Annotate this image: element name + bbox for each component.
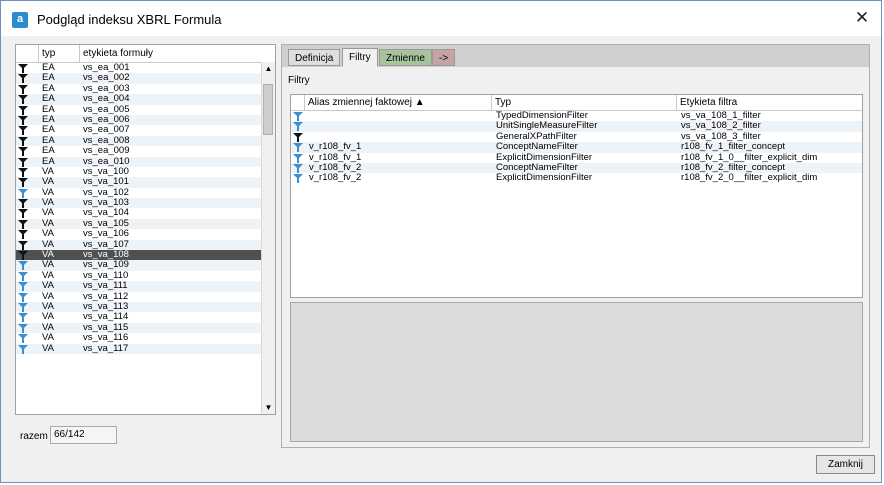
formula-label: vs_va_116 [83, 332, 129, 344]
filters-table-header: Alias zmiennej faktowej ▲ Typ Etykieta f… [291, 95, 862, 111]
filter-icon [18, 313, 28, 323]
formula-row[interactable]: EA vs_ea_009 [16, 145, 264, 157]
type-column-header[interactable]: typ [39, 45, 80, 62]
filters-section-label: Filtry [288, 75, 310, 86]
formula-list-scrollbar[interactable]: ▲ ▼ [261, 62, 275, 414]
formula-label-column-header[interactable]: etykieta formuły [80, 45, 262, 62]
filter-icon [18, 84, 28, 94]
close-button[interactable]: Zamknij [816, 455, 875, 474]
filter-icon [18, 292, 28, 302]
tab-filtry[interactable]: Filtry [342, 48, 378, 67]
formula-list-body: EA vs_ea_001 EA vs_ea_002 EA vs_ea_003 EA vs_ea… [16, 62, 264, 354]
scrollbar-thumb[interactable] [263, 84, 273, 135]
filter-label-column-header[interactable]: Etykieta filtra [677, 95, 862, 110]
filter-icon [293, 132, 303, 142]
filter-icon [18, 115, 28, 125]
filter-icon [18, 178, 28, 188]
formula-type: EA [42, 145, 55, 157]
filter-type: ExplicitDimensionFilter [496, 172, 593, 184]
tab-more-arrow[interactable]: -> [432, 49, 456, 66]
dialog-body: typ etykieta formuły EA vs_ea_001 EA vs_ea_… [8, 41, 875, 478]
filter-row[interactable]: v_r108_fv_2 ExplicitDimensionFilter r108_f… [291, 172, 862, 184]
alias-column-header[interactable]: Alias zmiennej faktowej ▲ [305, 95, 492, 110]
filter-icon [18, 323, 28, 333]
filter-icon [18, 209, 28, 219]
formula-type: VA [42, 332, 54, 344]
filter-icon [18, 271, 28, 281]
filter-icon [293, 112, 303, 121]
filter-icon [18, 105, 28, 115]
filter-icon [293, 143, 303, 153]
formula-label: vs_va_117 [83, 342, 129, 354]
formula-label: vs_ea_009 [83, 145, 130, 157]
formula-list: typ etykieta formuły EA vs_ea_001 EA vs_ea_… [15, 44, 276, 415]
filter-icon [18, 230, 28, 240]
type-column-header[interactable]: Typ [492, 95, 677, 110]
filter-icon [18, 282, 28, 292]
formula-type: VA [42, 342, 54, 354]
filter-icon-column-header[interactable] [291, 95, 305, 110]
filters-tab-content: Filtry Alias zmiennej faktowej ▲ Typ Ety… [281, 67, 870, 448]
filter-icon [18, 188, 28, 198]
filter-icon [18, 74, 28, 84]
filter-icon [18, 157, 28, 167]
total-count-field: 66/142 [50, 426, 117, 444]
filter-icon [18, 261, 28, 271]
filter-icon [18, 95, 28, 105]
filter-detail-area [290, 302, 863, 442]
filter-icon [18, 147, 28, 157]
filter-icon [18, 199, 28, 209]
filter-label: r108_fv_2_0__filter_explicit_dim [681, 172, 818, 184]
filter-icon [293, 122, 303, 132]
filter-icon [18, 240, 28, 250]
dialog-window: a Podgląd indeksu XBRL Formula ✕ typ ety… [0, 0, 882, 483]
filter-icon [293, 164, 303, 173]
filter-icon [293, 174, 303, 184]
app-icon: a [12, 12, 28, 28]
formula-row[interactable]: VA vs_va_116 [16, 332, 264, 344]
scroll-up-icon[interactable]: ▲ [262, 62, 275, 75]
filter-icon [18, 219, 28, 229]
tab-strip: Definicja Filtry Zmienne -> [281, 44, 870, 68]
window-title: Podgląd indeksu XBRL Formula [37, 12, 222, 27]
filter-icon [18, 64, 28, 73]
detail-panel: Definicja Filtry Zmienne -> Filtry Alias… [281, 44, 870, 448]
formula-list-header: typ etykieta formuły [16, 45, 262, 63]
scroll-down-icon[interactable]: ▼ [262, 401, 275, 414]
close-icon[interactable]: ✕ [851, 9, 873, 29]
filter-icon [18, 344, 28, 354]
tab-definicja[interactable]: Definicja [288, 49, 341, 66]
icon-column-header[interactable] [16, 45, 39, 62]
total-label: razem [20, 431, 48, 442]
filter-icon [18, 334, 28, 344]
title-bar: a Podgląd indeksu XBRL Formula ✕ [1, 1, 881, 36]
formula-row[interactable]: VA vs_va_117 [16, 342, 264, 354]
filter-icon [18, 126, 28, 136]
filter-icon [293, 153, 303, 163]
filter-icon [18, 136, 28, 146]
filter-icon [18, 302, 28, 312]
tab-zmienne[interactable]: Zmienne [379, 49, 432, 66]
formula-row[interactable]: EA vs_ea_004 [16, 93, 264, 105]
filter-icon [18, 167, 28, 177]
filter-alias: v_r108_fv_2 [309, 172, 362, 184]
filter-icon [18, 251, 28, 261]
filters-table: Alias zmiennej faktowej ▲ Typ Etykieta f… [290, 94, 863, 298]
